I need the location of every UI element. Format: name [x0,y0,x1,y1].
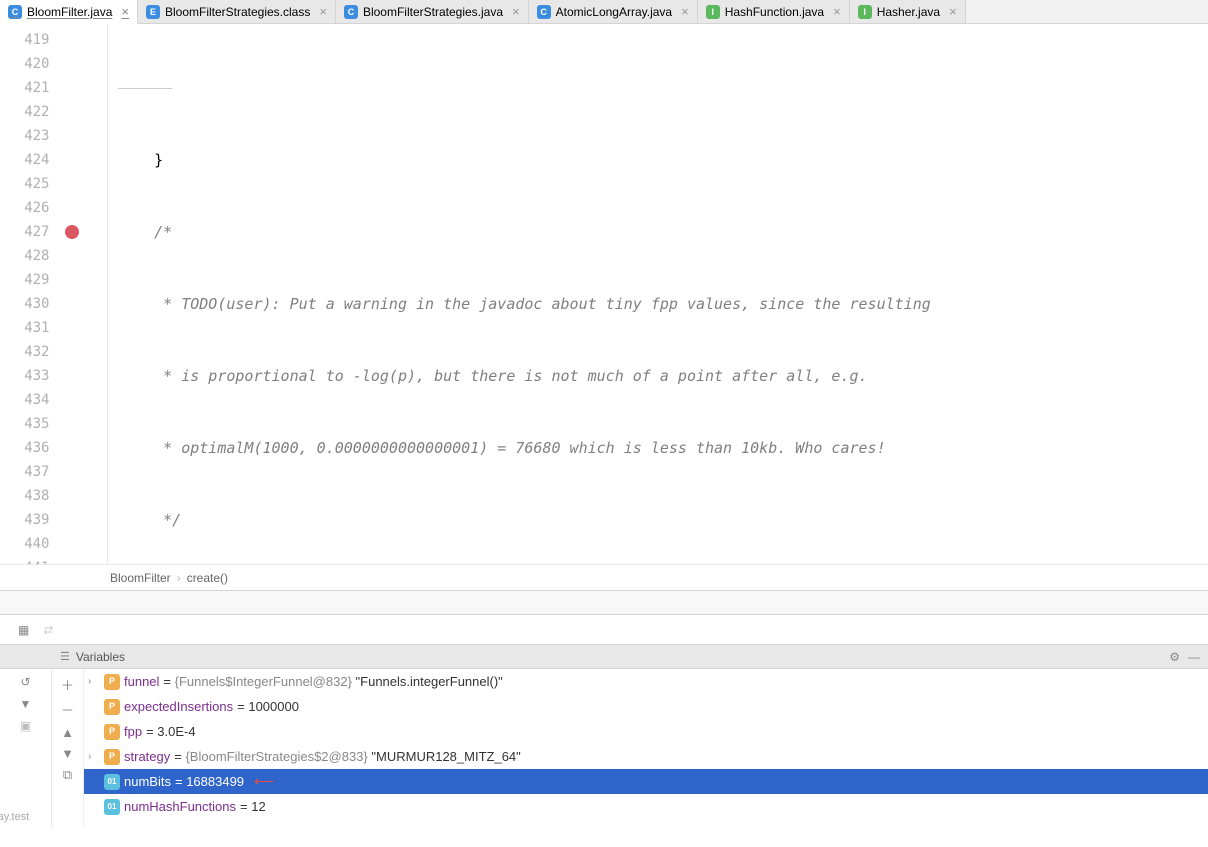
breadcrumb[interactable]: BloomFilter › create() [0,564,1208,590]
close-icon[interactable]: × [949,4,957,19]
file-icon: C [8,5,22,19]
panel-minimize-icon[interactable]: — [1188,650,1200,664]
gutter: 4194204214224234244254264274284294304314… [0,24,108,564]
status-bar [0,590,1208,614]
truncated-label: ray.test [0,811,29,823]
table-view-icon[interactable]: ▦ [18,623,29,637]
variables-body: ＋ － ▲ ▼ ⧉ ›P funnel = {Funnels$IntegerFu… [52,669,1208,827]
variable-row-expectedInsertions[interactable]: P expectedInsertions = 1000000 [84,694,1208,719]
variable-type-icon: P [104,674,120,690]
file-icon: I [706,5,720,19]
tab-label: BloomFilterStrategies.java [363,5,503,19]
tab-label: AtomicLongArray.java [556,5,673,19]
variables-panel-header: ☰ Variables ⚙ — [0,644,1208,669]
gutter-markers [59,24,107,564]
line-numbers: 4194204214224234244254264274284294304314… [0,24,59,564]
editor-tabs: C BloomFilter.java × E BloomFilterStrategies… [0,0,1208,24]
code-line: /* [108,220,1208,244]
file-icon: C [537,5,551,19]
chevron-right-icon: › [177,571,181,585]
variable-name: strategy [124,744,170,769]
code-line [108,76,1208,100]
add-icon[interactable]: ＋ [61,675,74,694]
close-icon[interactable]: × [121,4,129,19]
variable-type-icon: P [104,699,120,715]
breadcrumb-class[interactable]: BloomFilter [110,571,171,585]
tab-label: Hasher.java [877,5,940,19]
variable-value: = 3.0E-4 [146,719,196,744]
tab-hashfunction-java[interactable]: I HashFunction.java × [698,0,850,23]
file-icon: C [344,5,358,19]
code-line: * is proportional to -log(p), but there … [108,364,1208,388]
variable-name: expectedInsertions [124,694,233,719]
filter-icon[interactable]: ▼ [20,697,32,711]
copy-icon[interactable]: ⧉ [63,767,72,783]
tab-label: BloomFilterStrategies.class [165,5,310,19]
close-icon[interactable]: × [512,4,520,19]
tab-hasher-java[interactable]: I Hasher.java × [850,0,966,23]
tab-bloomfilterstrategies-java[interactable]: C BloomFilterStrategies.java × [336,0,529,23]
code-line: */ [108,508,1208,532]
variable-row-funnel[interactable]: ›P funnel = {Funnels$IntegerFunnel@832} … [84,669,1208,694]
code-line: * TODO(user): Put a warning in the javad… [108,292,1208,316]
remove-icon[interactable]: － [61,700,74,719]
variable-value: = {BloomFilterStrategies$2@833} "MURMUR1… [174,744,521,769]
panel-settings-icon[interactable]: ⚙ [1169,650,1180,664]
breadcrumb-method[interactable]: create() [187,571,228,585]
tab-bloomfilterstrategies-class[interactable]: E BloomFilterStrategies.class × [138,0,336,23]
variable-type-icon: P [104,749,120,765]
expand-chevron-icon[interactable]: › [88,669,100,694]
panel-title: Variables [76,650,125,664]
debug-panel: ↺ ▼ ▣ ray.test ＋ － ▲ ▼ ⧉ ›P funnel = {Fu… [0,669,1208,827]
variable-name: funnel [124,669,159,694]
variable-row-numBits[interactable]: 01 numBits = 16883499 ⟵ [84,769,1208,794]
code-line[interactable]: } [108,148,1208,172]
up-icon[interactable]: ▲ [61,725,74,740]
tab-atomiclongarray-java[interactable]: C AtomicLongArray.java × [529,0,698,23]
variable-type-icon: 01 [104,774,120,790]
expand-icon[interactable]: ▣ [20,719,31,733]
tab-label: BloomFilter.java [27,5,112,19]
variable-type-icon: 01 [104,799,120,815]
expand-chevron-icon[interactable]: › [88,744,100,769]
close-icon[interactable]: × [681,4,689,19]
editor: 4194204214224234244254264274284294304314… [0,24,1208,564]
down-icon[interactable]: ▼ [61,746,74,761]
variable-type-icon: P [104,724,120,740]
debug-toolbar: ▦ ⇄ [0,614,1208,644]
close-icon[interactable]: × [319,4,327,19]
variable-row-strategy[interactable]: ›P strategy = {BloomFilterStrategies$2@8… [84,744,1208,769]
variable-value: = 1000000 [237,694,299,719]
tab-bloomfilter-java[interactable]: C BloomFilter.java × [0,0,138,23]
variable-row-numHashFunctions[interactable]: 01 numHashFunctions = 12 [84,794,1208,819]
debug-left-toolbar: ↺ ▼ ▣ ray.test [0,669,52,827]
variable-row-fpp[interactable]: P fpp = 3.0E-4 [84,719,1208,744]
arrow-indicator-icon: ⟵ [254,769,274,794]
settings-icon[interactable]: ⇄ [43,623,53,637]
variable-name: fpp [124,719,142,744]
restore-icon[interactable]: ↺ [20,675,30,689]
tab-label: HashFunction.java [725,5,824,19]
code-line: * optimalM(1000, 0.0000000000000001) = 7… [108,436,1208,460]
variable-value: = {Funnels$IntegerFunnel@832} "Funnels.i… [163,669,502,694]
close-icon[interactable]: × [833,4,841,19]
variables-toolbar: ＋ － ▲ ▼ ⧉ [52,669,84,827]
breakpoint-icon[interactable] [65,225,79,239]
variable-name: numBits [124,769,171,794]
variable-value: = 16883499 [175,769,244,794]
file-icon: E [146,5,160,19]
variable-name: numHashFunctions [124,794,236,819]
code-area[interactable]: } /* * TODO(user): Put a warning in the … [108,24,1208,564]
variables-list[interactable]: ›P funnel = {Funnels$IntegerFunnel@832} … [84,669,1208,819]
menu-icon[interactable]: ☰ [60,650,70,663]
file-icon: I [858,5,872,19]
variable-value: = 12 [240,794,266,819]
